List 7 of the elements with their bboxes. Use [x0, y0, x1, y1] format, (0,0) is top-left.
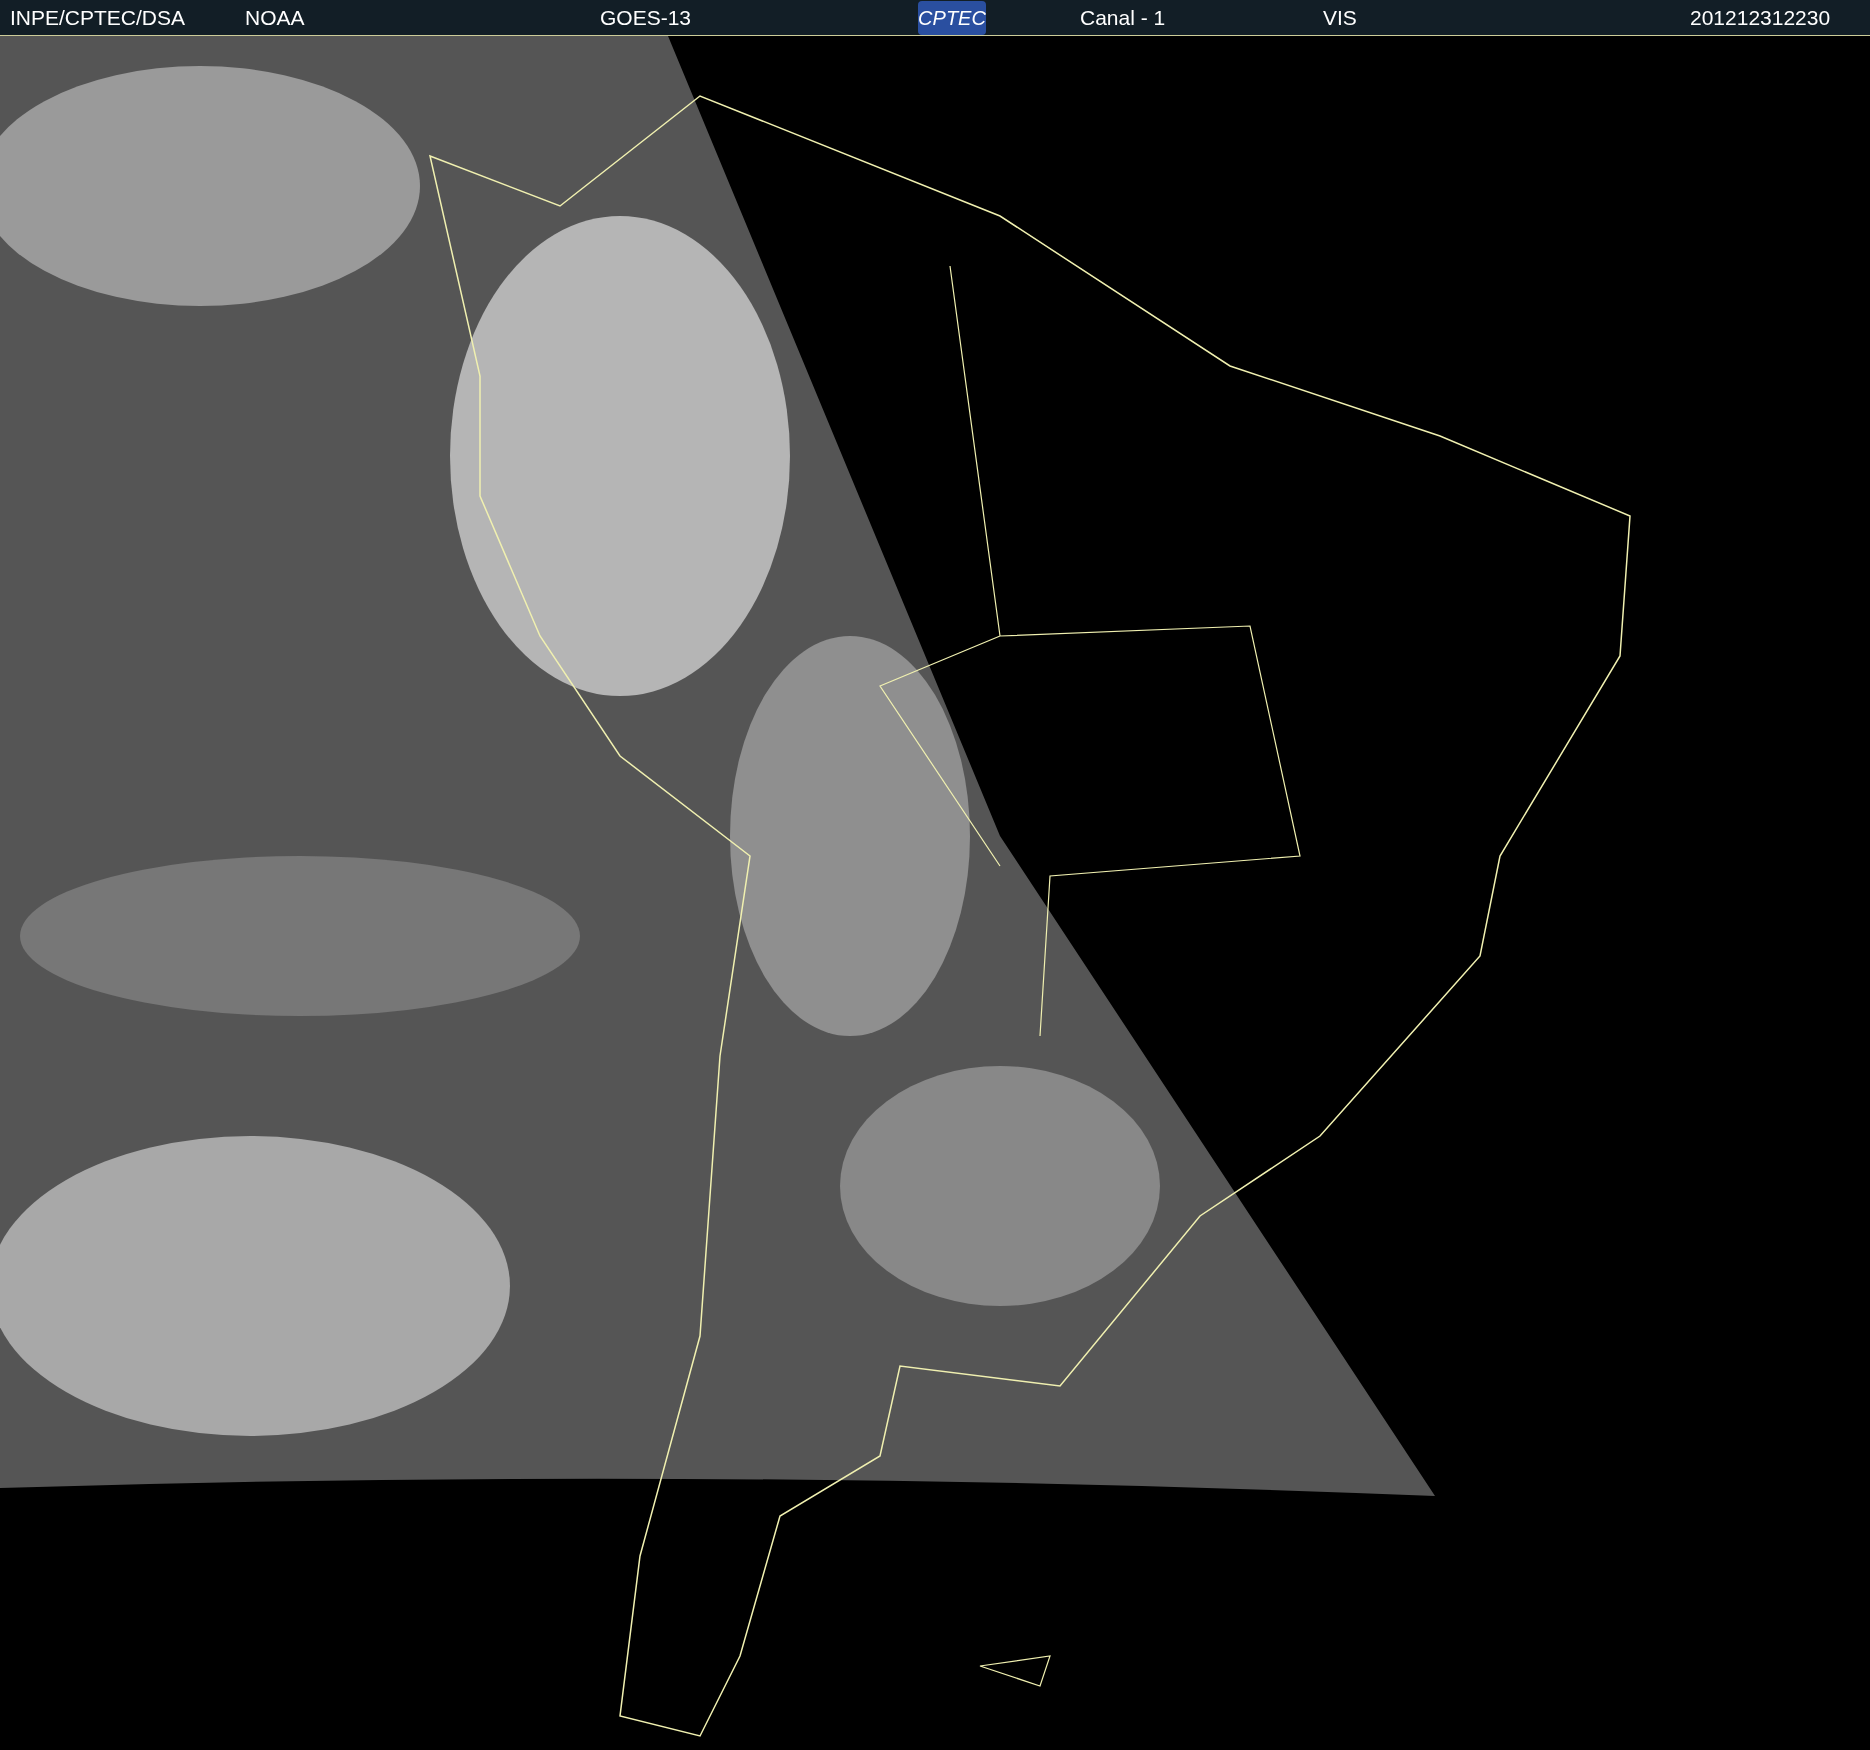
logo: CPTEC	[918, 0, 986, 35]
band-label: VIS	[1323, 4, 1357, 31]
timestamp-label: 201212312230	[1690, 4, 1831, 31]
agency-label: NOAA	[245, 4, 305, 31]
satellite-label: GOES-13	[600, 4, 692, 31]
channel-label: Canal - 1	[1080, 4, 1166, 31]
source-label: INPE/CPTEC/DSA	[10, 4, 186, 31]
